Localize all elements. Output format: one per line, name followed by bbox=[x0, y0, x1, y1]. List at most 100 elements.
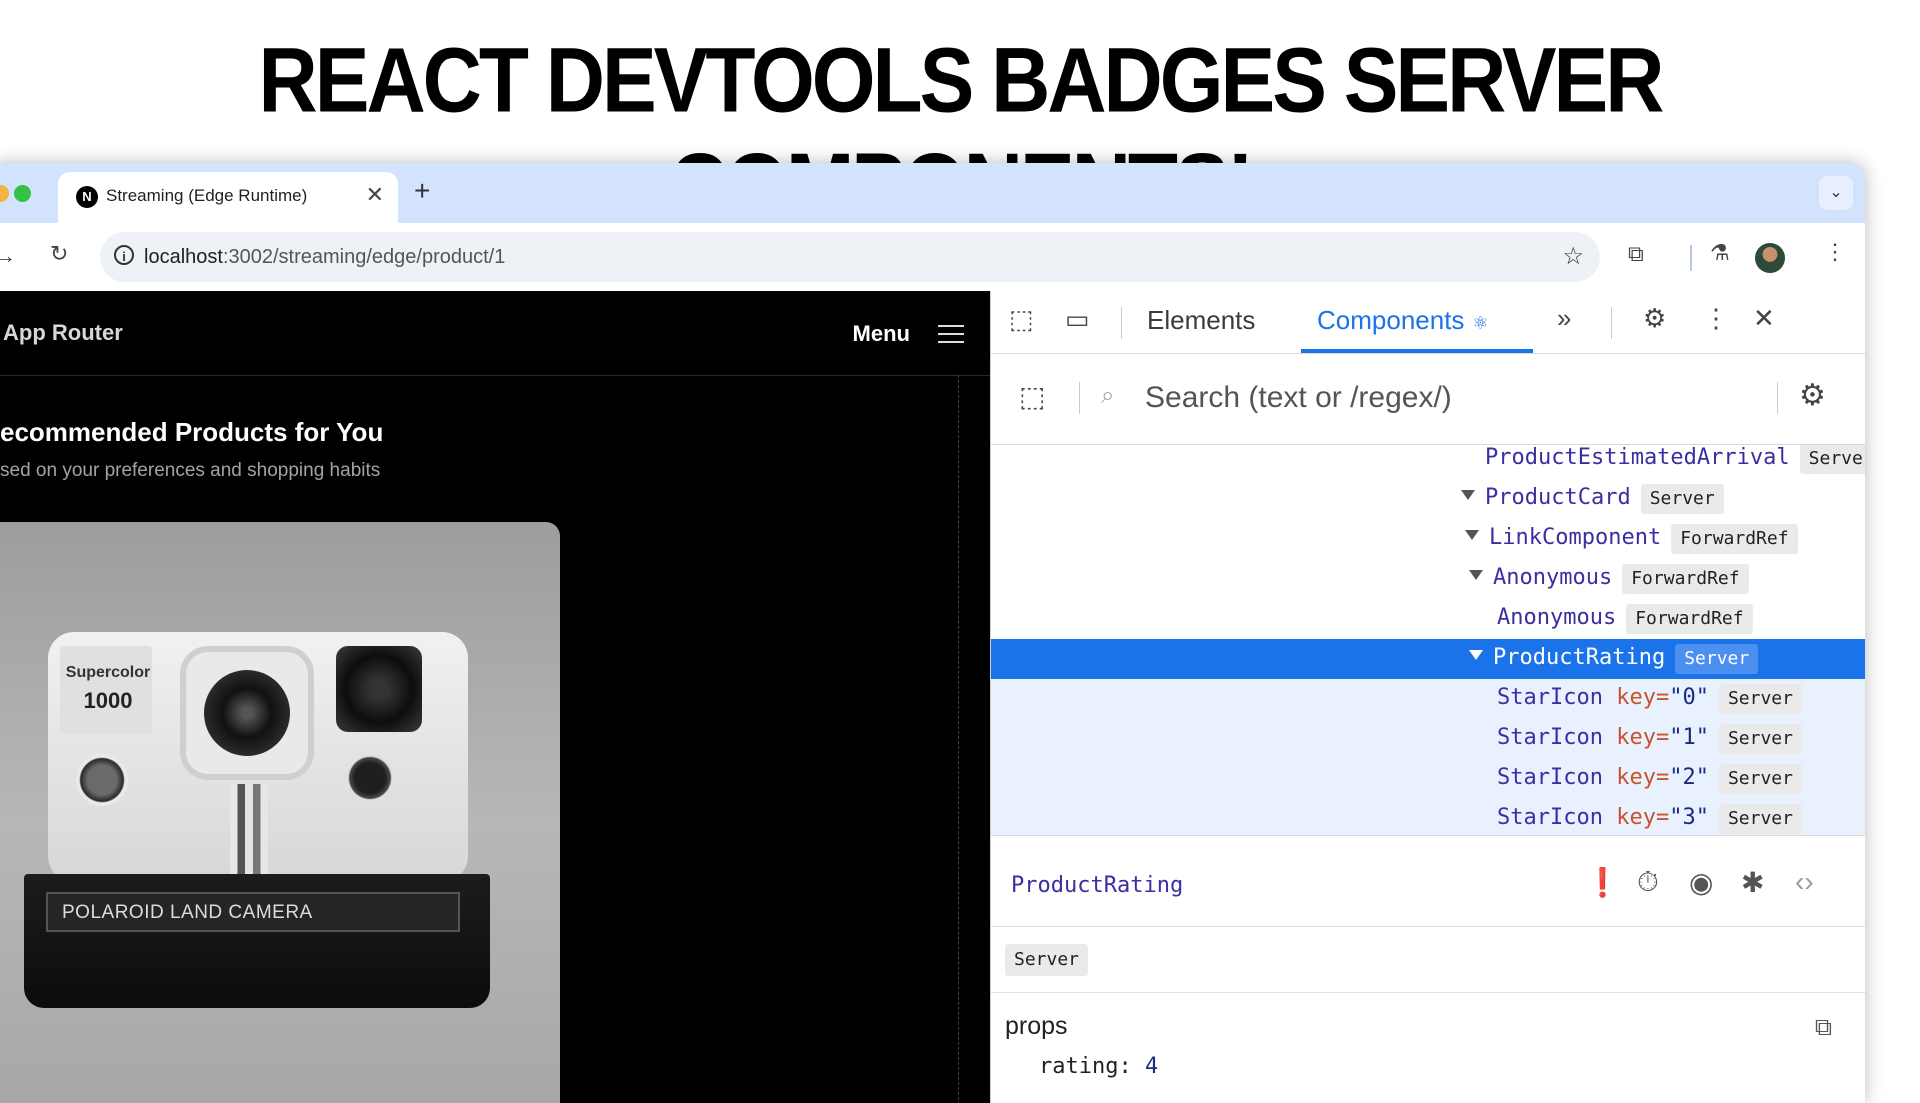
extensions-puzzle-icon[interactable]: ⧉ bbox=[1628, 241, 1644, 267]
new-tab-plus-icon[interactable]: + bbox=[414, 175, 430, 207]
view-source-icon[interactable]: ‹› bbox=[1795, 866, 1814, 898]
more-tabs-chevron-icon[interactable]: » bbox=[1557, 303, 1571, 334]
forward-arrow-icon[interactable]: → bbox=[0, 243, 16, 269]
address-bar[interactable]: i localhost:3002/streaming/edge/product/… bbox=[100, 232, 1600, 282]
browser-toolbar: → ↻ i localhost:3002/streaming/edge/prod… bbox=[0, 223, 1865, 291]
component-search-bar: ⬚ ⌕ Search (text or /regex/) ⚙ bbox=[991, 354, 1865, 445]
component-name: StarIcon key="2" bbox=[1497, 765, 1709, 790]
maximize-dot[interactable] bbox=[14, 185, 31, 202]
expand-caret-icon[interactable] bbox=[1465, 530, 1479, 540]
tree-row[interactable]: ProductCard Server bbox=[991, 479, 1865, 519]
active-tab-underline bbox=[1301, 349, 1533, 353]
url-path: :3002/streaming/edge/product/1 bbox=[222, 246, 506, 268]
component-inspector: ProductRating ❗ ⏱ ◉ ✱ ‹› Server props ⧉ … bbox=[991, 835, 1865, 1103]
component-settings-gear-icon[interactable]: ⚙ bbox=[1799, 378, 1826, 413]
tab-title: Streaming (Edge Runtime) bbox=[106, 186, 308, 205]
labs-flask-icon[interactable]: ⚗ bbox=[1710, 240, 1730, 266]
kebab-menu-icon[interactable]: ⋮ bbox=[1824, 239, 1846, 265]
browser-window: N Streaming (Edge Runtime) ✕ + ⌄ → ↻ i l… bbox=[0, 163, 1865, 1103]
tree-row[interactable]: StarIcon key="3" Server bbox=[991, 799, 1865, 835]
tree-row[interactable]: StarIcon key="2" Server bbox=[991, 759, 1865, 799]
page-subheading: sed on your preferences and shopping hab… bbox=[0, 460, 381, 481]
component-badge: ForwardRef bbox=[1622, 564, 1749, 594]
inspect-element-icon[interactable]: ⬚ bbox=[1009, 304, 1034, 335]
site-info-icon[interactable]: i bbox=[114, 245, 134, 265]
component-name: ProductCard bbox=[1485, 485, 1631, 510]
tree-row[interactable]: ProductEstimatedArrival Server bbox=[991, 445, 1865, 479]
menu-button-label[interactable]: Menu bbox=[853, 321, 910, 347]
key-value: "0" bbox=[1669, 685, 1709, 710]
stopwatch-icon[interactable]: ⏱ bbox=[1637, 866, 1659, 899]
component-name: StarIcon key="0" bbox=[1497, 685, 1709, 710]
tree-row[interactable]: Anonymous ForwardRef bbox=[991, 599, 1865, 639]
close-devtools-icon[interactable]: ✕ bbox=[1753, 303, 1775, 334]
component-name-text: StarIcon bbox=[1497, 765, 1603, 790]
search-input[interactable]: Search (text or /regex/) bbox=[1145, 381, 1452, 415]
minimize-dot[interactable] bbox=[0, 185, 9, 202]
tab-close-icon[interactable]: ✕ bbox=[366, 182, 384, 208]
tab-separator bbox=[1121, 307, 1122, 339]
inspector-server-badge: Server bbox=[1005, 944, 1089, 976]
suspend-warning-icon[interactable]: ❗ bbox=[1585, 866, 1620, 899]
component-badge: Server bbox=[1718, 804, 1802, 834]
expand-caret-icon[interactable] bbox=[1469, 570, 1483, 580]
settings-gear-icon[interactable]: ⚙ bbox=[1643, 303, 1666, 334]
key-value: "1" bbox=[1669, 725, 1709, 750]
browser-tab[interactable]: N Streaming (Edge Runtime) ✕ bbox=[58, 172, 398, 223]
tree-row[interactable]: StarIcon key="0" Server bbox=[991, 679, 1865, 719]
component-badge: Server bbox=[1675, 644, 1759, 674]
prop-name: rating bbox=[1039, 1054, 1119, 1079]
web-page: App Router Menu ecommended Products for … bbox=[0, 291, 990, 1103]
component-name-text: StarIcon bbox=[1497, 685, 1603, 710]
tree-row[interactable]: StarIcon key="1" Server bbox=[991, 719, 1865, 759]
reload-icon[interactable]: ↻ bbox=[50, 241, 68, 267]
bug-log-icon[interactable]: ✱ bbox=[1741, 866, 1764, 899]
prop-row[interactable]: rating: 4 bbox=[1039, 1054, 1158, 1079]
tree-row[interactable]: LinkComponent ForwardRef bbox=[991, 519, 1865, 559]
inspected-component-name: ProductRating bbox=[1011, 873, 1184, 898]
camera-nameplate-text: POLAROID LAND CAMERA bbox=[62, 902, 313, 923]
camera-model-text: 1000 bbox=[83, 688, 133, 713]
tree-row[interactable]: Anonymous ForwardRef bbox=[991, 559, 1865, 599]
key-attribute: key= bbox=[1602, 805, 1670, 830]
app-title[interactable]: App Router bbox=[3, 320, 123, 346]
component-badge: Server bbox=[1718, 684, 1802, 714]
tab-components-label: Components bbox=[1317, 305, 1465, 335]
device-toolbar-icon[interactable]: ▭ bbox=[1065, 304, 1090, 335]
url-text[interactable]: localhost:3002/streaming/edge/product/1 bbox=[144, 246, 505, 269]
key-attribute: key= bbox=[1602, 725, 1670, 750]
select-component-icon[interactable]: ⬚ bbox=[1019, 380, 1045, 413]
search-separator-right bbox=[1777, 382, 1778, 414]
devtools-panel: ⬚ ▭ Elements Components ⚛ » ⚙ ⋮ ✕ ⬚ ⌕ Sea… bbox=[990, 291, 1865, 1103]
component-name: StarIcon key="1" bbox=[1497, 725, 1709, 750]
component-name: Anonymous bbox=[1497, 605, 1616, 630]
component-name: Anonymous bbox=[1493, 565, 1612, 590]
tab-strip: N Streaming (Edge Runtime) ✕ + ⌄ bbox=[0, 163, 1865, 223]
app-header: App Router Menu bbox=[0, 291, 990, 376]
copy-props-icon[interactable]: ⧉ bbox=[1815, 1014, 1832, 1042]
component-badge: Server bbox=[1718, 764, 1802, 794]
search-separator bbox=[1079, 382, 1080, 414]
key-attribute: key= bbox=[1602, 765, 1670, 790]
product-image-card[interactable]: Supercolor 1000 POLAROID LAND CAMERA bbox=[0, 522, 560, 1103]
component-name-text: ProductEstimatedArrival bbox=[1485, 445, 1790, 470]
profile-avatar[interactable] bbox=[1755, 243, 1785, 273]
component-name-text: Anonymous bbox=[1497, 605, 1617, 630]
expand-caret-icon[interactable] bbox=[1461, 490, 1475, 500]
eye-inspect-icon[interactable]: ◉ bbox=[1689, 866, 1713, 899]
props-label: props bbox=[1005, 1012, 1068, 1040]
expand-caret-icon[interactable] bbox=[1469, 650, 1483, 660]
bookmark-star-icon[interactable]: ☆ bbox=[1562, 242, 1584, 271]
component-tree: ProductEstimatedArrivalServerProductCard… bbox=[991, 445, 1865, 835]
component-name-text: StarIcon bbox=[1497, 725, 1603, 750]
component-name-text: ProductCard bbox=[1485, 485, 1631, 510]
customize-kebab-icon[interactable]: ⋮ bbox=[1703, 303, 1729, 334]
component-badge: Server bbox=[1640, 484, 1724, 514]
component-name-text: Anonymous bbox=[1493, 565, 1613, 590]
tab-elements[interactable]: Elements bbox=[1147, 305, 1255, 336]
tab-search-chevron-icon[interactable]: ⌄ bbox=[1819, 176, 1853, 210]
camera-rainbow-stripe bbox=[230, 784, 268, 880]
tab-components[interactable]: Components ⚛ bbox=[1317, 305, 1489, 336]
hamburger-menu-icon[interactable] bbox=[938, 325, 964, 343]
tree-row-selected[interactable]: ProductRating Server bbox=[991, 639, 1865, 679]
